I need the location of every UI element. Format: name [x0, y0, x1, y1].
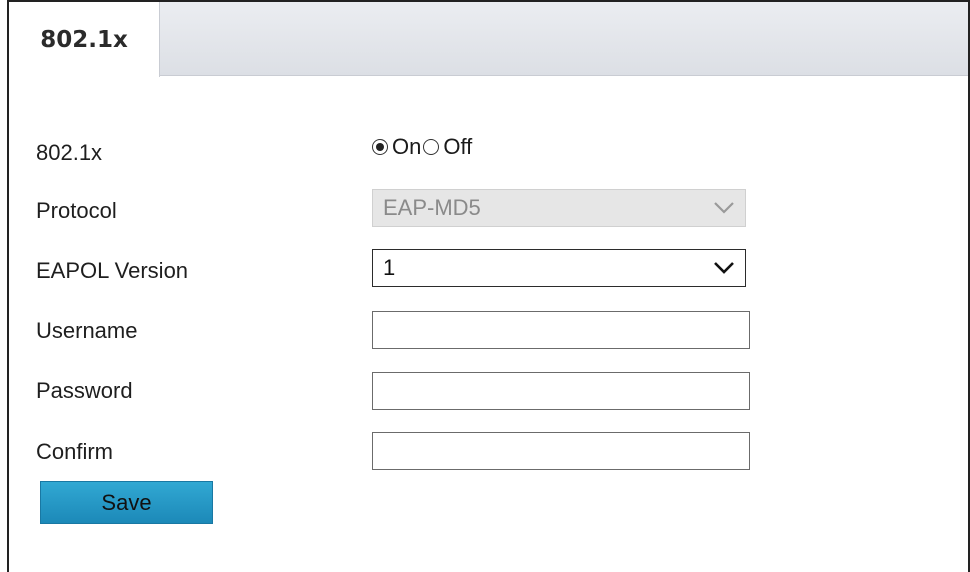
save-button-label: Save [101, 489, 152, 515]
protocol-select: EAP-MD5 [372, 189, 746, 227]
radio-selected-dot [376, 143, 384, 151]
confirm-password-input[interactable] [372, 432, 750, 470]
radio-on-label: On [392, 134, 422, 159]
eapol-version-value: 1 [383, 255, 396, 280]
tab-802-1x[interactable]: 802.1x [9, 2, 160, 77]
chevron-down-icon [714, 202, 734, 214]
username-label: Username [36, 318, 138, 343]
frame-border-left [7, 0, 9, 572]
confirm-label: Confirm [36, 439, 114, 464]
radio-on-circle[interactable] [372, 139, 388, 155]
eapol-version-label: EAPOL Version [36, 258, 189, 283]
protocol-label: Protocol [36, 198, 117, 223]
radio-on[interactable]: On [372, 134, 423, 160]
password-label: Password [36, 378, 133, 403]
protocol-value: EAP-MD5 [383, 195, 481, 220]
radio-off[interactable]: Off [423, 134, 474, 160]
password-input[interactable] [372, 372, 750, 410]
tab-label: 802.1x [40, 26, 128, 53]
enable-label: 802.1x [36, 140, 103, 165]
username-input[interactable] [372, 311, 750, 349]
enable-radio-group: On Off [372, 132, 474, 162]
eapol-version-select[interactable]: 1 [372, 249, 746, 287]
save-button[interactable]: Save [40, 481, 213, 524]
radio-off-label: Off [443, 134, 473, 159]
chevron-down-icon [714, 262, 734, 274]
radio-off-circle[interactable] [423, 139, 440, 155]
